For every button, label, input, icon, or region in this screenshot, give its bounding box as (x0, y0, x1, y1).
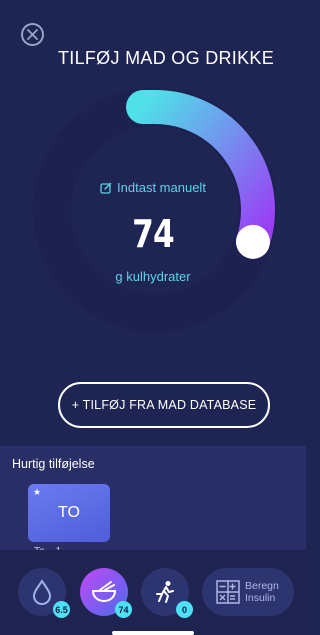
calculate-insulin-label: Beregn Insulin (245, 580, 279, 604)
calculator-icon (216, 580, 240, 604)
quick-add-card[interactable]: ★ TO (28, 484, 110, 542)
calculate-insulin-button[interactable]: Beregn Insulin (202, 568, 294, 616)
carbs-badge: 74 (115, 601, 132, 618)
insulin-nav-button[interactable]: 6.5 (18, 568, 70, 618)
calculate-line-2: Insulin (245, 592, 276, 604)
app-screen: TILFØJ MAD OG DRIKKE Indtast manuelt 74 … (0, 0, 306, 635)
star-icon: ★ (33, 487, 42, 497)
edit-icon (100, 182, 112, 194)
carbs-nav-button[interactable]: 74 (80, 568, 132, 618)
running-person-icon (156, 581, 174, 603)
quick-add-card-label: TO (58, 504, 80, 521)
activity-badge: 0 (176, 601, 193, 618)
page-title: TILFØJ MAD OG DRIKKE (57, 48, 275, 68)
drop-icon (32, 579, 52, 605)
activity-nav-button[interactable]: 0 (141, 568, 193, 618)
home-indicator (112, 631, 194, 635)
manual-entry-link[interactable]: Indtast manuelt (0, 180, 306, 195)
bowl-icon (91, 581, 117, 603)
quick-add-title: Hurtig tilføjelse (12, 457, 95, 471)
close-icon (27, 29, 38, 40)
insulin-badge: 6.5 (53, 601, 70, 618)
carb-value: 74 (132, 212, 175, 256)
calculate-line-1: Beregn (245, 580, 279, 592)
carb-unit: g kulhydrater (115, 269, 191, 284)
close-button[interactable] (21, 23, 44, 46)
add-from-database-button[interactable]: + TILFØJ FRA MAD DATABASE (58, 382, 270, 428)
manual-entry-label: Indtast manuelt (117, 180, 206, 195)
bottom-nav: 6.5 74 0 Beregn Insulin (0, 550, 306, 635)
